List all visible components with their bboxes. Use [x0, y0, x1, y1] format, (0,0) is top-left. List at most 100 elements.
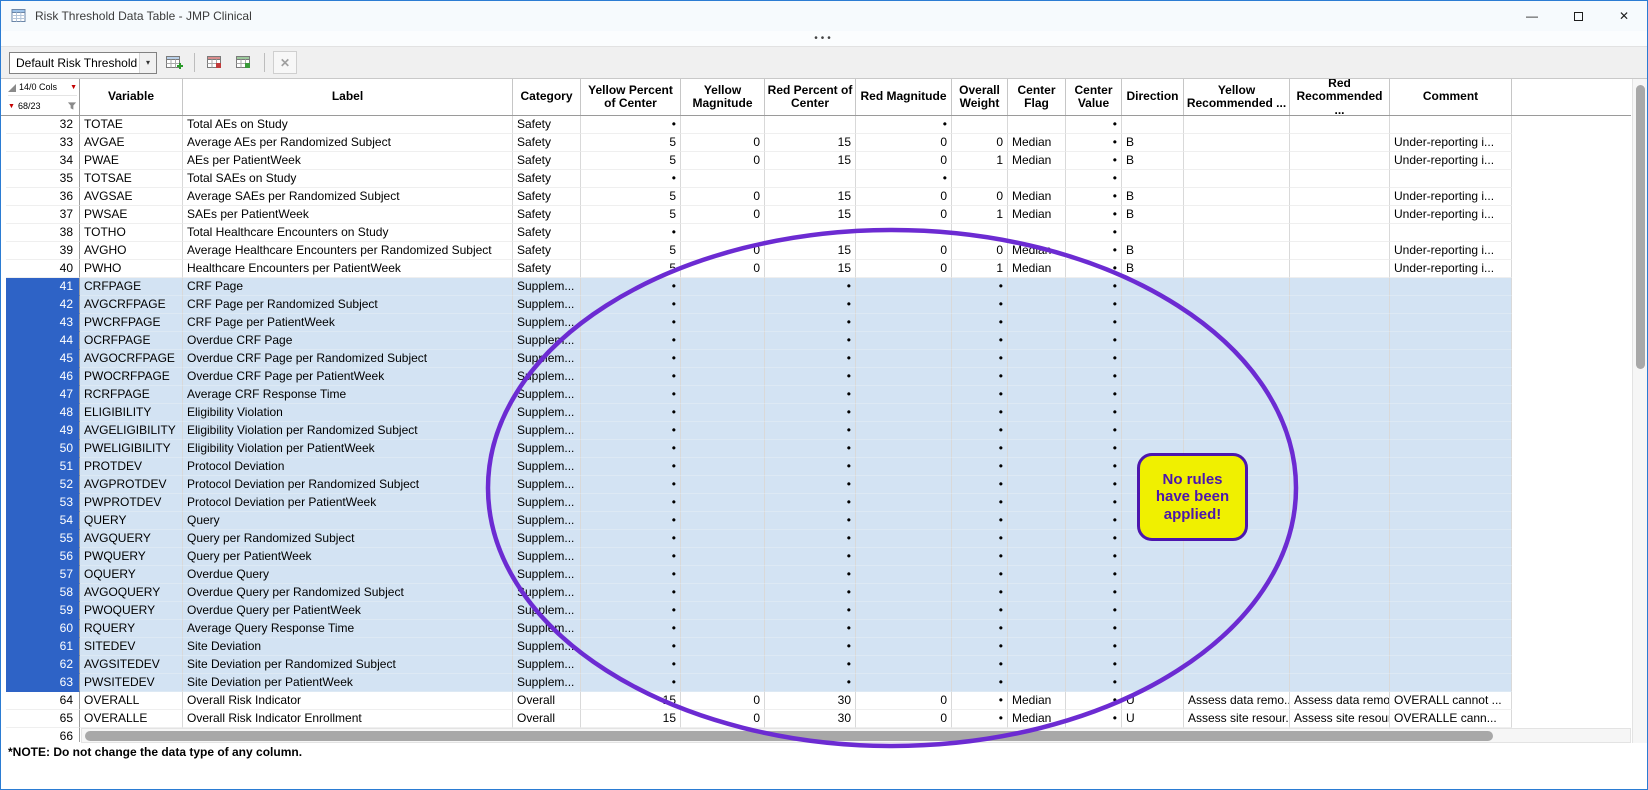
- cell[interactable]: [1290, 116, 1390, 134]
- cell[interactable]: CRF Page per PatientWeek: [183, 314, 513, 332]
- row-number[interactable]: 55: [6, 530, 80, 548]
- cell[interactable]: [1390, 530, 1512, 548]
- cell[interactable]: •: [581, 656, 681, 674]
- cell[interactable]: Under-reporting i...: [1390, 206, 1512, 224]
- cell[interactable]: [1184, 674, 1290, 692]
- cell[interactable]: •: [1066, 368, 1122, 386]
- cell[interactable]: 0: [681, 188, 765, 206]
- row-number[interactable]: 41: [6, 278, 80, 296]
- cell[interactable]: [1184, 404, 1290, 422]
- cell[interactable]: [1184, 188, 1290, 206]
- cell[interactable]: Protocol Deviation: [183, 458, 513, 476]
- cell[interactable]: [681, 530, 765, 548]
- cell[interactable]: OCRFPAGE: [80, 332, 183, 350]
- cell[interactable]: AVGQUERY: [80, 530, 183, 548]
- cell[interactable]: Safety: [513, 170, 581, 188]
- column-header-variable[interactable]: Variable: [80, 79, 183, 115]
- cell[interactable]: Overdue Query: [183, 566, 513, 584]
- cell[interactable]: [1184, 152, 1290, 170]
- cell[interactable]: [681, 116, 765, 134]
- cell[interactable]: [681, 566, 765, 584]
- cell[interactable]: 0: [681, 242, 765, 260]
- cell[interactable]: OVERALL: [80, 692, 183, 710]
- cell[interactable]: •: [952, 296, 1008, 314]
- cell[interactable]: Supplem...: [513, 350, 581, 368]
- cell[interactable]: •: [765, 332, 856, 350]
- cell[interactable]: [1184, 440, 1290, 458]
- cell[interactable]: •: [952, 566, 1008, 584]
- cell[interactable]: Supplem...: [513, 584, 581, 602]
- cell[interactable]: [1290, 368, 1390, 386]
- cell[interactable]: [1290, 512, 1390, 530]
- cell[interactable]: [856, 296, 952, 314]
- cell[interactable]: •: [952, 458, 1008, 476]
- cell[interactable]: [681, 224, 765, 242]
- cell[interactable]: •: [581, 314, 681, 332]
- cell[interactable]: 5: [581, 206, 681, 224]
- cell[interactable]: PROTDEV: [80, 458, 183, 476]
- cell[interactable]: •: [952, 368, 1008, 386]
- cell[interactable]: [681, 350, 765, 368]
- cell[interactable]: Safety: [513, 260, 581, 278]
- cell[interactable]: 0: [681, 260, 765, 278]
- cell[interactable]: [1290, 332, 1390, 350]
- cell[interactable]: [1122, 584, 1184, 602]
- cell[interactable]: [1122, 458, 1184, 476]
- cell[interactable]: [681, 440, 765, 458]
- cell[interactable]: [1122, 278, 1184, 296]
- cell[interactable]: Under-reporting i...: [1390, 188, 1512, 206]
- cell[interactable]: [856, 278, 952, 296]
- close-button[interactable]: ✕: [1601, 1, 1647, 31]
- cell[interactable]: [1290, 296, 1390, 314]
- cell[interactable]: [1390, 116, 1512, 134]
- cell[interactable]: [1008, 566, 1066, 584]
- cell[interactable]: •: [1066, 188, 1122, 206]
- cell[interactable]: [1122, 422, 1184, 440]
- cell[interactable]: Supplem...: [513, 494, 581, 512]
- cell[interactable]: •: [765, 386, 856, 404]
- cell[interactable]: [856, 566, 952, 584]
- row-number[interactable]: 56: [6, 548, 80, 566]
- cell[interactable]: •: [765, 476, 856, 494]
- cell[interactable]: •: [952, 332, 1008, 350]
- cell[interactable]: U: [1122, 692, 1184, 710]
- cell[interactable]: Average Healthcare Encounters per Random…: [183, 242, 513, 260]
- row-number[interactable]: 34: [6, 152, 80, 170]
- row-number[interactable]: 36: [6, 188, 80, 206]
- column-header-label[interactable]: Label: [183, 79, 513, 115]
- cell[interactable]: PWPROTDEV: [80, 494, 183, 512]
- cell[interactable]: [1184, 584, 1290, 602]
- cell[interactable]: [1122, 224, 1184, 242]
- cell[interactable]: •: [581, 584, 681, 602]
- cell[interactable]: •: [765, 350, 856, 368]
- cell[interactable]: [1290, 548, 1390, 566]
- cell[interactable]: Supplem...: [513, 674, 581, 692]
- cell[interactable]: •: [765, 296, 856, 314]
- cell[interactable]: SAEs per PatientWeek: [183, 206, 513, 224]
- cell[interactable]: Median: [1008, 134, 1066, 152]
- cell[interactable]: Safety: [513, 152, 581, 170]
- grip-dots-icon[interactable]: •••: [814, 36, 834, 42]
- cell[interactable]: [1008, 296, 1066, 314]
- row-number[interactable]: 51: [6, 458, 80, 476]
- cell[interactable]: •: [1066, 440, 1122, 458]
- vertical-scrollbar[interactable]: [1632, 79, 1647, 743]
- columns-menu-triangle-icon[interactable]: ▼: [70, 84, 77, 91]
- cell[interactable]: 5: [581, 134, 681, 152]
- cell[interactable]: [1122, 332, 1184, 350]
- cell[interactable]: [1184, 170, 1290, 188]
- cell[interactable]: [1122, 386, 1184, 404]
- cell[interactable]: 15: [765, 188, 856, 206]
- vertical-scrollbar-thumb[interactable]: [1636, 85, 1645, 369]
- row-number[interactable]: 35: [6, 170, 80, 188]
- cell[interactable]: 5: [581, 260, 681, 278]
- cell[interactable]: Overall: [513, 710, 581, 728]
- cell[interactable]: [1122, 530, 1184, 548]
- cell[interactable]: [1008, 368, 1066, 386]
- cell[interactable]: [1008, 602, 1066, 620]
- cell[interactable]: Eligibility Violation per PatientWeek: [183, 440, 513, 458]
- cell[interactable]: [1008, 278, 1066, 296]
- cell[interactable]: [1184, 530, 1290, 548]
- cell[interactable]: Supplem...: [513, 620, 581, 638]
- cell[interactable]: [1390, 548, 1512, 566]
